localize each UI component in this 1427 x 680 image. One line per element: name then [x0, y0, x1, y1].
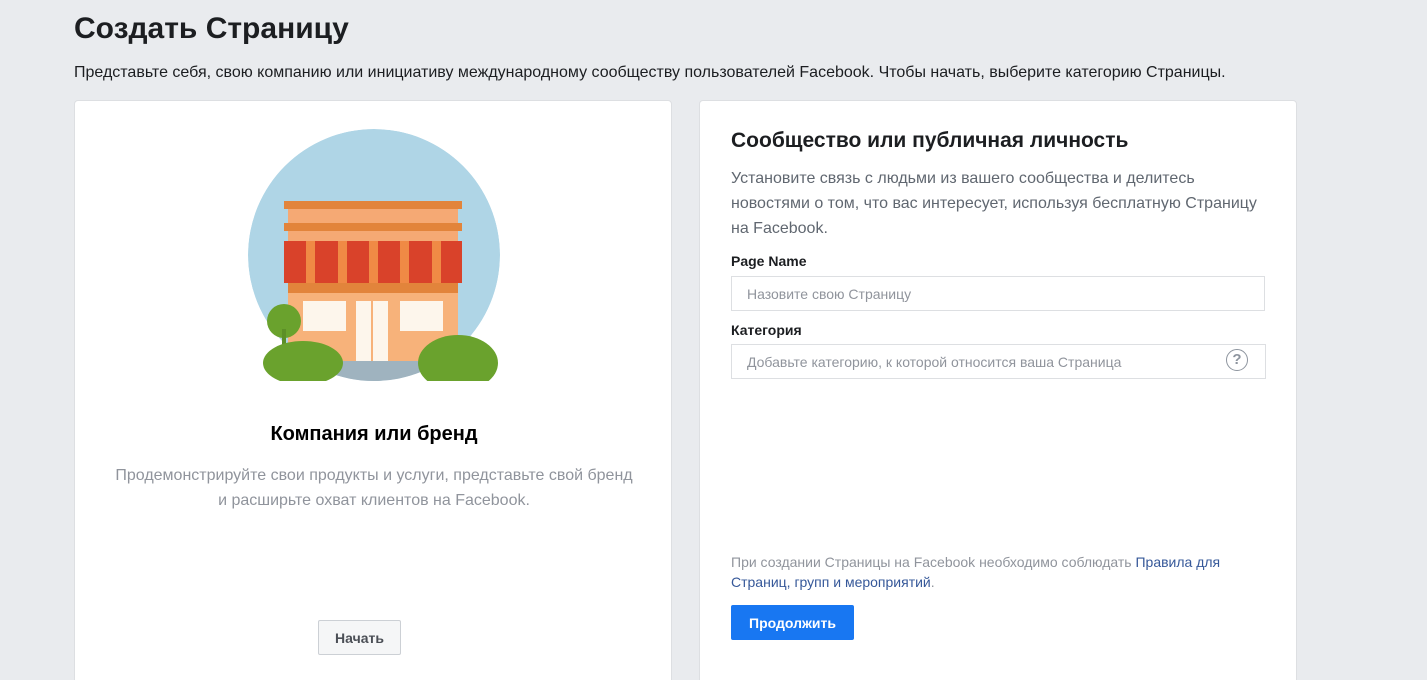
page-title: Создать Страницу: [74, 12, 349, 45]
policy-notice: При создании Страницы на Facebook необхо…: [731, 552, 1271, 592]
community-card-description: Установите связь с людьми из вашего сооб…: [731, 170, 1257, 237]
business-card-title: Компания или бренд: [270, 423, 478, 445]
create-page-screen: Создать Страницу Представьте себя, свою …: [0, 0, 1427, 680]
page-description: Представьте себя, свою компанию или иниц…: [74, 64, 1226, 81]
storefront-illustration: [248, 129, 500, 381]
policy-text: При создании Страницы на Facebook необхо…: [731, 554, 1136, 570]
category-label: Категория: [731, 322, 802, 338]
page-name-label: Page Name: [731, 253, 807, 269]
business-card-description: Продемонстрируйте свои продукты и услуги…: [115, 467, 633, 509]
start-button[interactable]: Начать: [318, 620, 401, 655]
continue-button[interactable]: Продолжить: [731, 605, 854, 640]
community-card-title: Сообщество или публичная личность: [731, 129, 1129, 152]
community-card: Сообщество или публичная личность Устано…: [699, 100, 1297, 680]
help-icon[interactable]: ?: [1226, 349, 1248, 371]
category-input[interactable]: [731, 344, 1266, 379]
page-name-input[interactable]: [731, 276, 1265, 311]
policy-end: .: [930, 574, 935, 590]
business-card[interactable]: Компания или бренд Продемонстрируйте сво…: [74, 100, 672, 680]
